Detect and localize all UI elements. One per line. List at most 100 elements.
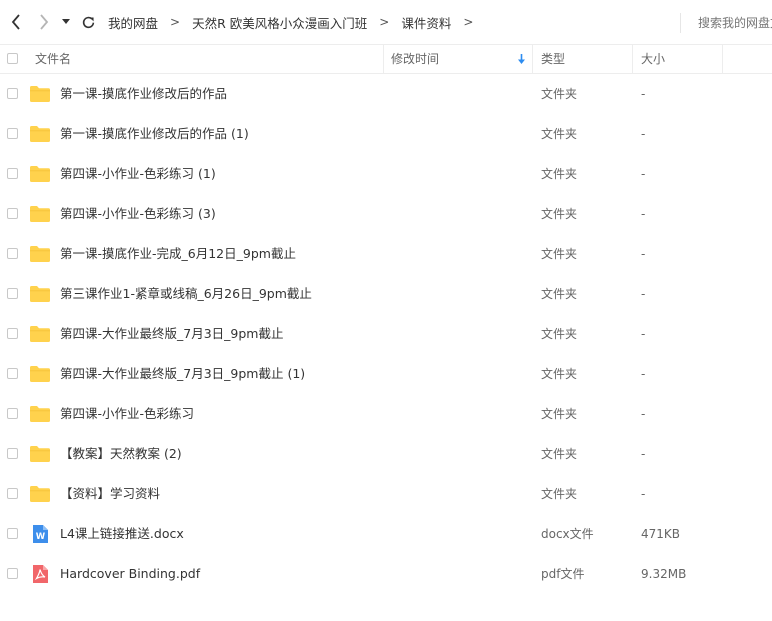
column-divider xyxy=(722,45,723,73)
file-row[interactable]: 第一课-摸底作业修改后的作品 (1) 文件夹 - xyxy=(0,114,772,154)
column-divider xyxy=(632,45,633,73)
folder-icon xyxy=(30,285,50,303)
breadcrumb-item-my-drive[interactable]: 我的网盘 xyxy=(108,13,158,32)
file-row[interactable]: 【教案】天然教案 (2) 文件夹 - xyxy=(0,434,772,474)
column-divider xyxy=(383,45,384,73)
sort-down-arrow-icon[interactable] xyxy=(517,54,526,65)
svg-text:W: W xyxy=(36,532,46,542)
row-checkbox[interactable] xyxy=(7,488,18,499)
navigation-bar: 我的网盘 > 天然R 欧美风格小众漫画入门班 > 课件资料 > xyxy=(0,0,772,44)
row-checkbox[interactable] xyxy=(7,88,18,99)
file-type: 文件夹 xyxy=(541,287,578,301)
file-name[interactable]: 第四课-大作业最终版_7月3日_9pm截止 xyxy=(60,314,283,354)
row-checkbox[interactable] xyxy=(7,128,18,139)
folder-icon xyxy=(30,405,50,423)
file-name[interactable]: 第一课-摸底作业修改后的作品 (1) xyxy=(60,114,249,154)
file-row[interactable]: 第三课作业1-紧章或线稿_6月26日_9pm截止 文件夹 - xyxy=(0,274,772,314)
file-size: - xyxy=(641,87,646,101)
file-type: 文件夹 xyxy=(541,447,578,461)
file-name[interactable]: L4课上链接推送.docx xyxy=(60,514,184,554)
file-type: 文件夹 xyxy=(541,367,578,381)
file-row[interactable]: Hardcover Binding.pdf pdf文件 9.32MB xyxy=(0,554,772,594)
file-row[interactable]: 第四课-小作业-色彩练习 文件夹 - xyxy=(0,394,772,434)
breadcrumb-separator: > xyxy=(379,15,390,29)
folder-icon xyxy=(30,445,50,463)
file-size: - xyxy=(641,167,646,181)
file-size: - xyxy=(641,287,646,301)
column-header-size[interactable]: 大小 xyxy=(641,45,665,73)
refresh-icon xyxy=(82,16,94,28)
history-dropdown-button[interactable] xyxy=(58,11,74,33)
column-header-name[interactable]: 文件名 xyxy=(35,45,71,73)
search-input[interactable] xyxy=(698,13,772,33)
file-type: 文件夹 xyxy=(541,407,578,421)
file-name[interactable]: 第四课-小作业-色彩练习 xyxy=(60,394,194,434)
folder-icon xyxy=(30,245,50,263)
file-size: - xyxy=(641,127,646,141)
folder-icon xyxy=(30,485,50,503)
column-header-type[interactable]: 类型 xyxy=(541,45,565,73)
file-row[interactable]: 【资料】学习资料 文件夹 - xyxy=(0,474,772,514)
file-name[interactable]: 第一课-摸底作业修改后的作品 xyxy=(60,74,227,114)
search-box xyxy=(680,13,772,33)
caret-down-icon xyxy=(62,19,70,24)
file-name[interactable]: 第四课-小作业-色彩练习 (3) xyxy=(60,194,216,234)
folder-icon xyxy=(30,125,50,143)
breadcrumb-item-course[interactable]: 天然R 欧美风格小众漫画入门班 xyxy=(192,13,367,32)
row-checkbox[interactable] xyxy=(7,168,18,179)
file-size: - xyxy=(641,327,646,341)
file-size: 471KB xyxy=(641,527,681,541)
file-name[interactable]: 第三课作业1-紧章或线稿_6月26日_9pm截止 xyxy=(60,274,312,314)
select-all-checkbox[interactable] xyxy=(7,53,18,64)
file-row[interactable]: 第一课-摸底作业-完成_6月12日_9pm截止 文件夹 - xyxy=(0,234,772,274)
file-row[interactable]: 第四课-大作业最终版_7月3日_9pm截止 文件夹 - xyxy=(0,314,772,354)
folder-icon xyxy=(30,85,50,103)
file-type: docx文件 xyxy=(541,527,594,541)
row-checkbox[interactable] xyxy=(7,528,18,539)
back-button[interactable] xyxy=(6,11,26,33)
file-row[interactable]: W L4课上链接推送.docx docx文件 471KB xyxy=(0,514,772,554)
file-size: - xyxy=(641,247,646,261)
folder-icon xyxy=(30,165,50,183)
file-type: 文件夹 xyxy=(541,207,578,221)
row-checkbox[interactable] xyxy=(7,408,18,419)
file-row[interactable]: 第四课-大作业最终版_7月3日_9pm截止 (1) 文件夹 - xyxy=(0,354,772,394)
file-row[interactable]: 第四课-小作业-色彩练习 (3) 文件夹 - xyxy=(0,194,772,234)
folder-icon xyxy=(30,325,50,343)
row-checkbox[interactable] xyxy=(7,368,18,379)
file-type: 文件夹 xyxy=(541,167,578,181)
file-row[interactable]: 第一课-摸底作业修改后的作品 文件夹 - xyxy=(0,74,772,114)
row-checkbox[interactable] xyxy=(7,448,18,459)
row-checkbox[interactable] xyxy=(7,568,18,579)
file-size: - xyxy=(641,487,646,501)
refresh-button[interactable] xyxy=(78,11,98,33)
row-checkbox[interactable] xyxy=(7,208,18,219)
file-row[interactable]: 第四课-小作业-色彩练习 (1) 文件夹 - xyxy=(0,154,772,194)
file-size: - xyxy=(641,447,646,461)
word-doc-icon: W xyxy=(30,525,50,543)
row-checkbox[interactable] xyxy=(7,248,18,259)
folder-icon xyxy=(30,205,50,223)
breadcrumb-separator: > xyxy=(463,15,474,29)
column-header-modified[interactable]: 修改时间 xyxy=(391,45,439,73)
chevron-right-icon xyxy=(40,14,49,30)
column-divider xyxy=(532,45,533,73)
file-name[interactable]: 第四课-小作业-色彩练习 (1) xyxy=(60,154,216,194)
breadcrumb-separator: > xyxy=(170,15,181,29)
breadcrumb-item-materials[interactable]: 课件资料 xyxy=(401,13,451,32)
file-type: 文件夹 xyxy=(541,127,578,141)
file-name[interactable]: 【教案】天然教案 (2) xyxy=(60,434,182,474)
file-name[interactable]: 第一课-摸底作业-完成_6月12日_9pm截止 xyxy=(60,234,296,274)
forward-button[interactable] xyxy=(34,11,54,33)
file-name[interactable]: 第四课-大作业最终版_7月3日_9pm截止 (1) xyxy=(60,354,305,394)
file-size: 9.32MB xyxy=(641,567,687,581)
file-name[interactable]: 【资料】学习资料 xyxy=(60,474,160,514)
pdf-icon xyxy=(30,565,50,583)
folder-icon xyxy=(30,365,50,383)
file-type: 文件夹 xyxy=(541,247,578,261)
file-name[interactable]: Hardcover Binding.pdf xyxy=(60,554,200,594)
row-checkbox[interactable] xyxy=(7,328,18,339)
row-checkbox[interactable] xyxy=(7,288,18,299)
breadcrumb: 我的网盘 > 天然R 欧美风格小众漫画入门班 > 课件资料 > xyxy=(108,0,485,44)
file-size: - xyxy=(641,207,646,221)
